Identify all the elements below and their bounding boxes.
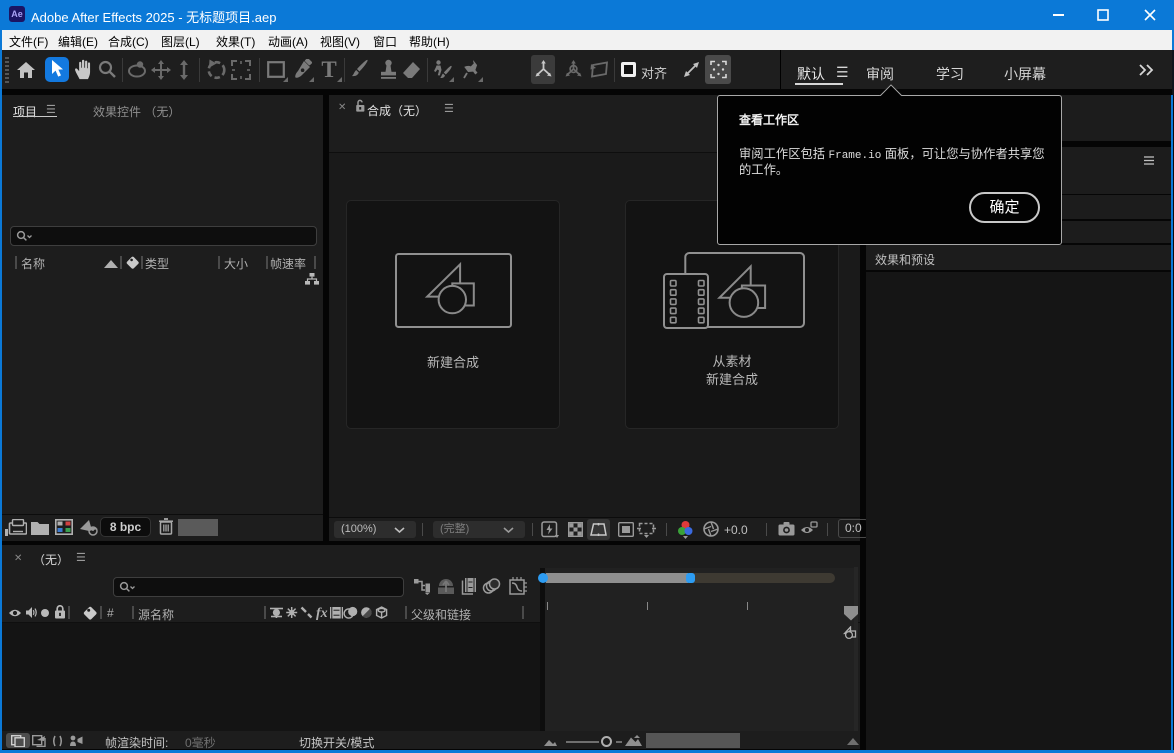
svg-text:fx: fx bbox=[316, 606, 328, 620]
